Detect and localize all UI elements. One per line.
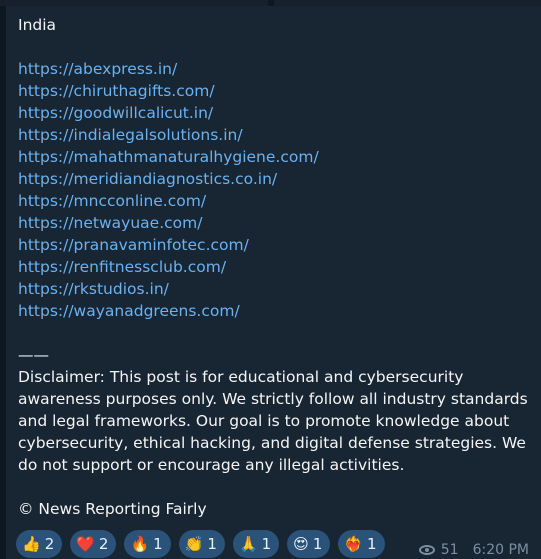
reaction-pray[interactable]: 🙏 1 [232, 530, 280, 558]
clapping-hands-icon: 👏 [184, 535, 204, 553]
link-list: https://abexpress.in/ https://chiruthagi… [18, 58, 533, 322]
reaction-count: 1 [367, 535, 377, 553]
reactions-bar: 👍 2 ❤️ 2 🔥 1 👏 1 🙏 1 😍 1 ❤️‍🔥 1 [16, 530, 385, 558]
timestamp: 6:20 PM [472, 542, 529, 558]
heart-icon: ❤️ [76, 535, 95, 553]
view-count: 51 [440, 542, 459, 558]
reaction-count: 1 [261, 535, 272, 553]
folded-hands-icon: 🙏 [238, 535, 258, 553]
link[interactable]: https://renfitnessclub.com/ [18, 256, 533, 278]
reaction-count: 1 [153, 535, 163, 553]
heart-on-fire-icon: ❤️‍🔥 [344, 535, 364, 553]
heart-eyes-icon: 😍 [293, 535, 309, 553]
link[interactable]: https://goodwillcalicut.in/ [18, 102, 533, 124]
message-text: India https://abexpress.in/ https://chir… [18, 14, 533, 520]
link[interactable]: https://pranavaminfotec.com/ [18, 234, 533, 256]
link[interactable]: https://mahathmanaturalhygiene.com/ [18, 146, 533, 168]
reaction-count: 2 [98, 535, 109, 553]
fire-icon: 🔥 [130, 535, 150, 553]
link[interactable]: https://chiruthagifts.com/ [18, 80, 533, 102]
message-meta: 51 6:20 PM [418, 542, 529, 558]
link[interactable]: https://rkstudios.in/ [18, 278, 533, 300]
reaction-heart-eyes[interactable]: 😍 1 [287, 530, 331, 558]
thumbs-up-icon: 👍 [22, 535, 41, 553]
reaction-heart[interactable]: ❤️ 2 [70, 530, 117, 558]
reaction-clap[interactable]: 👏 1 [178, 530, 225, 558]
message-title: India [18, 16, 57, 34]
reaction-thumbs-up[interactable]: 👍 2 [16, 530, 63, 558]
link[interactable]: https://indialegalsolutions.in/ [18, 124, 533, 146]
link[interactable]: https://wayanadgreens.com/ [18, 300, 533, 322]
link[interactable]: https://meridiandiagnostics.co.in/ [18, 168, 533, 190]
signature: © News Reporting Fairly [18, 500, 207, 518]
reaction-count: 2 [44, 535, 55, 553]
reaction-count: 1 [207, 535, 217, 553]
reaction-heart-on-fire[interactable]: ❤️‍🔥 1 [338, 530, 385, 558]
link[interactable]: https://abexpress.in/ [18, 58, 533, 80]
eye-icon [418, 545, 435, 555]
link[interactable]: https://netwayuae.com/ [18, 212, 533, 234]
reaction-count: 1 [312, 535, 323, 553]
disclaimer-text: Disclaimer: This post is for educational… [18, 368, 528, 474]
separator: —— [18, 346, 49, 364]
message-bubble: India https://abexpress.in/ https://chir… [6, 6, 541, 559]
reaction-fire[interactable]: 🔥 1 [124, 530, 171, 558]
link[interactable]: https://mncconline.com/ [18, 190, 533, 212]
